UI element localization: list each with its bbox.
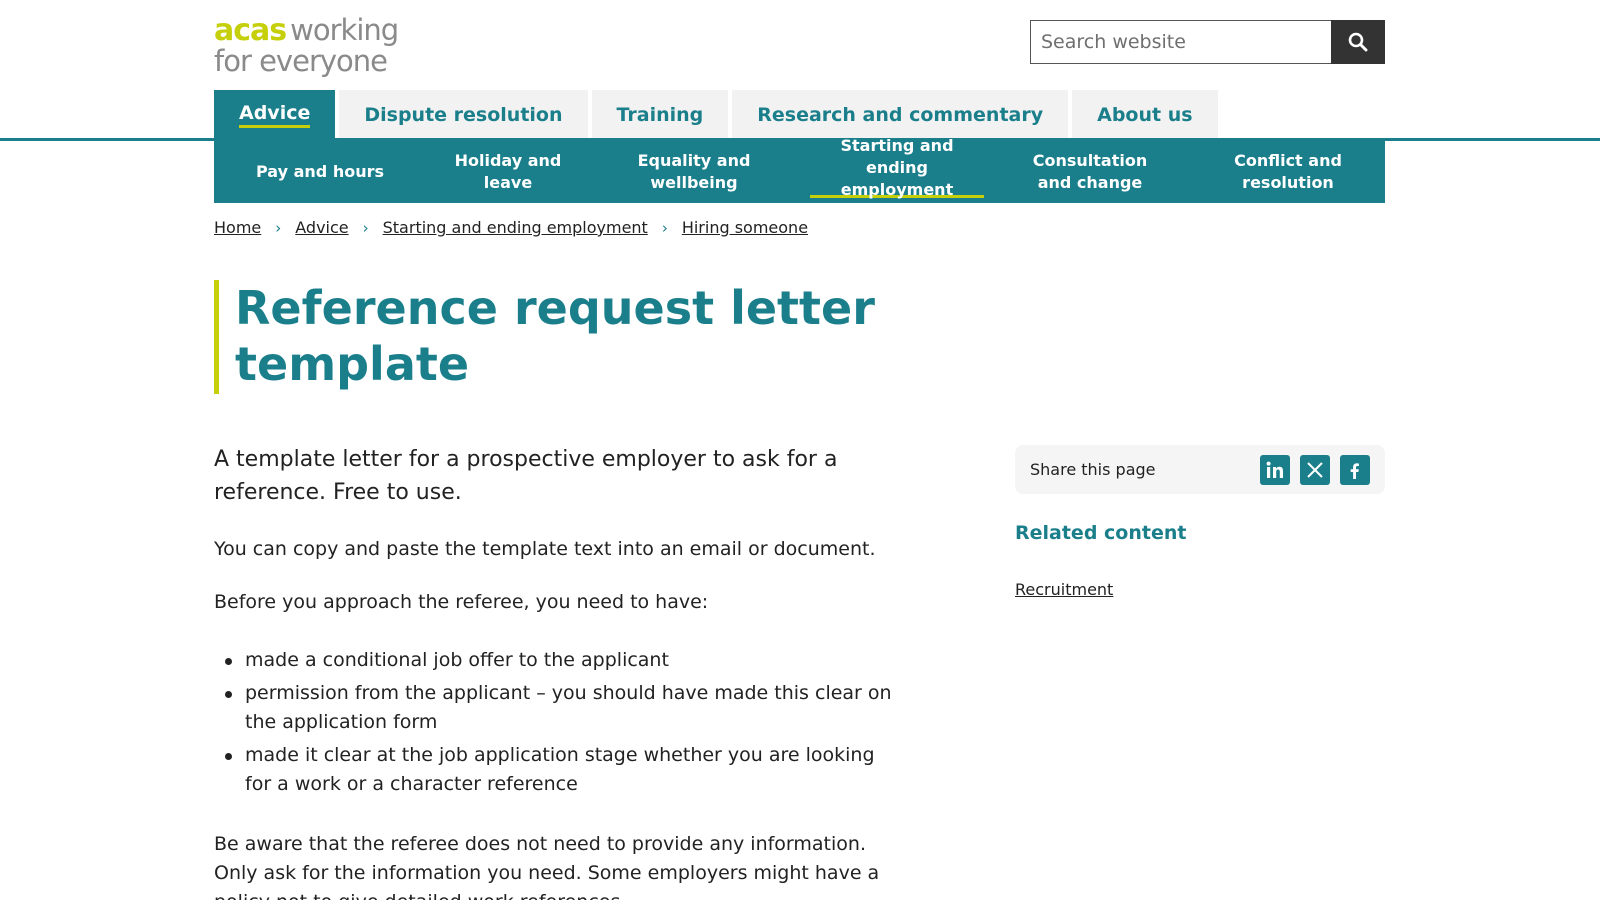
share-facebook-button[interactable]	[1340, 455, 1370, 485]
main-nav-tab-advice[interactable]: Advice	[214, 90, 336, 139]
facebook-icon	[1350, 463, 1359, 479]
list-item: made a conditional job offer to the appl…	[214, 646, 894, 675]
title-accent-bar	[214, 280, 219, 394]
chevron-right-icon: ›	[362, 218, 369, 237]
chevron-right-icon: ›	[275, 218, 282, 237]
list-item: permission from the applicant – you shou…	[214, 679, 894, 737]
search-input[interactable]	[1030, 20, 1331, 64]
breadcrumb-advice[interactable]: Advice	[295, 218, 348, 237]
body-paragraph-1: You can copy and paste the template text…	[214, 538, 876, 560]
main-nav: Advice Dispute resolution Training Resea…	[214, 90, 1218, 139]
main-nav-tab-about-us[interactable]: About us	[1072, 90, 1218, 139]
body-paragraph-2: Before you approach the referee, you nee…	[214, 591, 709, 613]
breadcrumb-home[interactable]: Home	[214, 218, 261, 237]
chevron-right-icon: ›	[661, 218, 668, 237]
sub-nav-starting-and-ending-employment[interactable]: Starting and ending employment	[810, 136, 984, 199]
site-search	[1030, 20, 1385, 64]
requirements-list: made a conditional job offer to the appl…	[214, 646, 894, 803]
page-title: Reference request letter template	[235, 281, 875, 391]
sub-nav: Pay and hours Holiday and leave Equality…	[214, 136, 1385, 203]
sub-nav-equality-and-wellbeing[interactable]: Equality and wellbeing	[632, 140, 756, 203]
sub-nav-holiday-and-leave[interactable]: Holiday and leave	[428, 140, 588, 203]
main-nav-tab-label: About us	[1097, 103, 1193, 126]
x-icon	[1307, 462, 1323, 478]
logo-tagline-1: working	[290, 13, 399, 47]
breadcrumb: Home › Advice › Starting and ending empl…	[214, 218, 808, 237]
breadcrumb-starting-and-ending-employment[interactable]: Starting and ending employment	[383, 218, 648, 237]
related-link-recruitment[interactable]: Recruitment	[1015, 580, 1113, 599]
sub-nav-pay-and-hours[interactable]: Pay and hours	[242, 140, 398, 203]
list-item: made it clear at the job application sta…	[214, 741, 894, 799]
share-box: Share this page	[1015, 445, 1385, 494]
lead-paragraph: A template letter for a prospective empl…	[214, 447, 838, 505]
main-nav-tab-training[interactable]: Training	[591, 90, 729, 139]
share-x-button[interactable]	[1300, 455, 1330, 485]
sub-nav-consultation-and-change[interactable]: Consultation and change	[1019, 140, 1161, 203]
acas-logo[interactable]: acas working for everyone	[214, 14, 414, 78]
main-nav-tab-label: Advice	[239, 102, 311, 128]
search-icon	[1348, 32, 1368, 52]
main-nav-tab-research-and-commentary[interactable]: Research and commentary	[732, 90, 1069, 139]
share-label: Share this page	[1030, 460, 1156, 479]
logo-tagline-2: for everyone	[214, 44, 388, 78]
linkedin-icon	[1266, 461, 1283, 478]
logo-brand: acas	[214, 13, 287, 48]
sub-nav-conflict-and-resolution[interactable]: Conflict and resolution	[1199, 140, 1377, 203]
share-linkedin-button[interactable]	[1260, 455, 1290, 485]
breadcrumb-hiring-someone[interactable]: Hiring someone	[682, 218, 808, 237]
main-nav-tab-label: Dispute resolution	[364, 103, 563, 126]
search-button[interactable]	[1331, 20, 1385, 64]
main-nav-tab-dispute-resolution[interactable]: Dispute resolution	[339, 90, 588, 139]
main-nav-tab-label: Training	[616, 103, 704, 126]
body-paragraph-3: Be aware that the referee does not need …	[214, 833, 880, 900]
main-nav-tab-label: Research and commentary	[757, 103, 1044, 126]
related-content-heading: Related content	[1015, 522, 1187, 544]
